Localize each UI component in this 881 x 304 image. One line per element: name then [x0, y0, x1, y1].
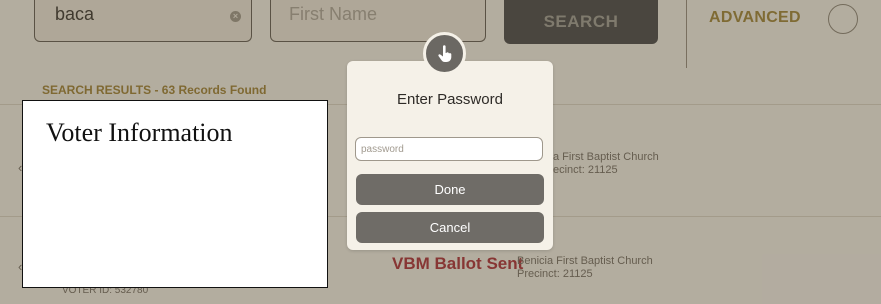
done-button[interactable]: Done	[356, 174, 544, 205]
voter-information-title: Voter Information	[46, 118, 233, 147]
dialog-title: Enter Password	[397, 91, 503, 108]
cancel-button[interactable]: Cancel	[356, 212, 544, 243]
voter-information-panel: Voter Information	[22, 100, 328, 288]
password-input[interactable]	[355, 137, 543, 161]
hand-pointer-icon	[423, 32, 466, 75]
